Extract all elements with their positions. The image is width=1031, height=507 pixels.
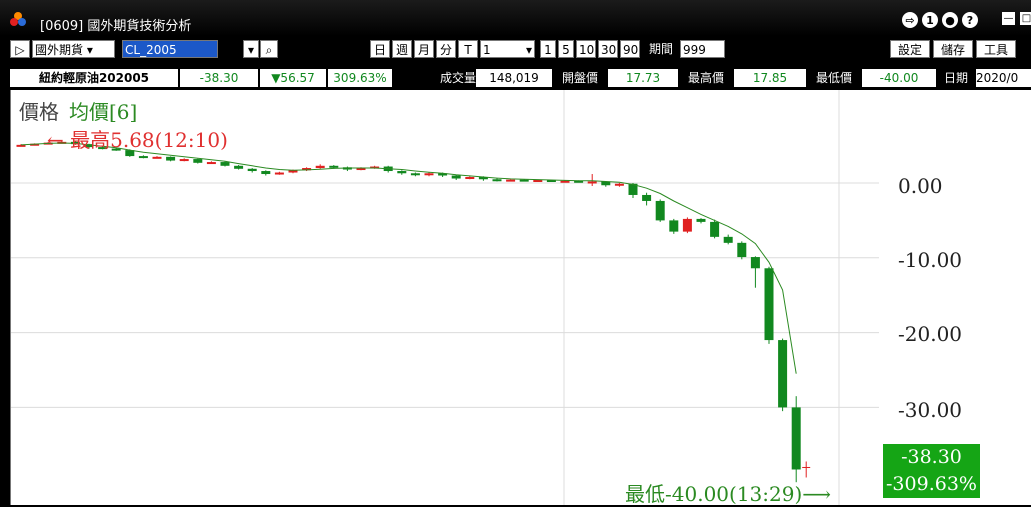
candle-body <box>682 218 692 232</box>
high-annotation: ← 最高5.68(12:10) <box>47 128 228 152</box>
minute-1-button[interactable]: 1 <box>540 40 556 58</box>
candle-body <box>791 407 801 470</box>
candle-body <box>723 236 733 243</box>
minute-10-button[interactable]: 10 <box>576 40 596 58</box>
save-button[interactable]: 儲存 <box>933 40 973 58</box>
volume-value: 148,019 <box>476 69 552 87</box>
plugin-icon[interactable]: ● <box>942 12 958 28</box>
candle-body <box>247 168 257 172</box>
range-label: 期間 <box>648 42 673 56</box>
search-icon[interactable]: ⌕ <box>260 40 278 58</box>
candle-body <box>138 156 148 159</box>
info-icon[interactable]: 1 <box>922 12 938 28</box>
dropdown-arrow-icon: ▾ <box>86 43 93 57</box>
candle-body <box>166 156 176 161</box>
candle-body <box>519 179 529 182</box>
y-tick-label: -30.00 <box>898 398 963 422</box>
period-day-button[interactable]: 日 <box>370 40 390 58</box>
open-value: 17.73 <box>608 69 678 87</box>
change-value: ▼56.57 <box>260 69 326 87</box>
maximize-button[interactable]: □ <box>1020 12 1031 25</box>
period-minute-button[interactable]: 分 <box>436 40 456 58</box>
switch-icon[interactable]: ⇨ <box>902 12 918 28</box>
candle-body <box>465 177 475 180</box>
candle-body <box>451 175 461 179</box>
dropdown-arrow-icon: ▾ <box>525 43 532 57</box>
symbol-dropdown-button[interactable]: ▾ <box>243 40 259 58</box>
candle-body <box>764 268 774 341</box>
window-title: [0609] 國外期貨技術分析 <box>40 19 192 34</box>
title-bar: [0609] 國外期貨技術分析 ⇨ 1 ● ? — □ <box>0 0 1031 36</box>
play-button[interactable]: ▷ <box>10 40 30 58</box>
period-tick-button[interactable]: T <box>458 40 478 58</box>
interval-select[interactable]: 1 ▾ <box>480 40 535 58</box>
candle-body <box>750 257 760 269</box>
candle-body <box>506 179 516 182</box>
candle-body <box>152 156 162 159</box>
range-input[interactable]: 999 <box>680 40 725 58</box>
volume-label: 成交量 <box>394 69 476 87</box>
candle-body <box>560 180 570 183</box>
date-value: 2020/0 <box>976 69 1031 87</box>
minute-5-button[interactable]: 5 <box>558 40 574 58</box>
instrument-name: 紐約輕原油202005 <box>10 69 178 87</box>
minute-30-button[interactable]: 30 <box>598 40 618 58</box>
toolbar: ▷ 國外期貨 ▾ CL_2005 ▾ ⌕ 日 週 月 分 T 1 ▾ 1 5 10… <box>10 36 1031 64</box>
candle-body <box>234 165 244 169</box>
candle-body <box>193 159 203 163</box>
tools-button[interactable]: 工具 <box>976 40 1016 58</box>
candle-body <box>206 162 216 165</box>
candle-body <box>274 172 284 175</box>
low-label: 最低價 <box>808 69 860 87</box>
candle-body <box>329 165 339 168</box>
candle-body <box>669 220 679 232</box>
price-chart[interactable]: 價格 均價[6] ← 最高5.68(12:10) 最低-40.00(13:29)… <box>10 90 1031 506</box>
chart-title: 價格 <box>19 100 59 124</box>
low-annotation: 最低-40.00(13:29)⟶ <box>625 482 831 506</box>
candle-body <box>492 179 502 182</box>
ma-line <box>20 142 797 374</box>
high-value: 17.85 <box>734 69 806 87</box>
y-tick-label: -20.00 <box>898 322 963 346</box>
candle-body <box>778 340 788 408</box>
y-tick-label: 0.00 <box>898 174 943 198</box>
market-select-value: 國外期貨 <box>35 43 84 57</box>
symbol-input[interactable]: CL_2005 <box>122 40 218 58</box>
last-price: -38.30 <box>180 69 258 87</box>
y-tick-label: -10.00 <box>898 248 963 272</box>
market-select[interactable]: 國外期貨 ▾ <box>32 40 115 58</box>
candle-body <box>315 165 325 169</box>
high-label: 最高價 <box>680 69 732 87</box>
quote-bar: 紐約輕原油202005 -38.30 ▼56.57 309.63% 成交量 14… <box>10 66 1031 90</box>
candle-body <box>614 183 624 186</box>
last-price-badge: -38.30 <box>883 444 980 470</box>
minute-90-button[interactable]: 90 <box>620 40 640 58</box>
ma-legend: 均價[6] <box>69 100 138 124</box>
candle-body <box>710 221 720 237</box>
change-percent: 309.63% <box>328 69 392 87</box>
candle-body <box>397 171 407 174</box>
help-icon[interactable]: ? <box>962 12 978 28</box>
candle-body <box>261 171 271 175</box>
candle-body <box>587 181 597 184</box>
period-week-button[interactable]: 週 <box>392 40 412 58</box>
candle-body <box>696 218 706 222</box>
period-month-button[interactable]: 月 <box>414 40 434 58</box>
candle-body <box>533 180 543 183</box>
candle-body <box>737 242 747 258</box>
date-label: 日期 <box>938 69 974 87</box>
candle-body <box>655 200 665 221</box>
candle-body <box>220 162 230 166</box>
candle-body <box>424 173 434 176</box>
app-logo-icon <box>10 12 26 26</box>
interval-value: 1 <box>483 43 491 57</box>
change-percent-badge: -309.63% <box>883 470 980 498</box>
low-value: -40.00 <box>862 69 936 87</box>
candle-body <box>410 173 420 176</box>
minimize-button[interactable]: — <box>1002 12 1015 25</box>
candle-body <box>179 159 189 162</box>
candle-body <box>642 194 652 201</box>
settings-button[interactable]: 設定 <box>890 40 930 58</box>
open-label: 開盤價 <box>554 69 606 87</box>
